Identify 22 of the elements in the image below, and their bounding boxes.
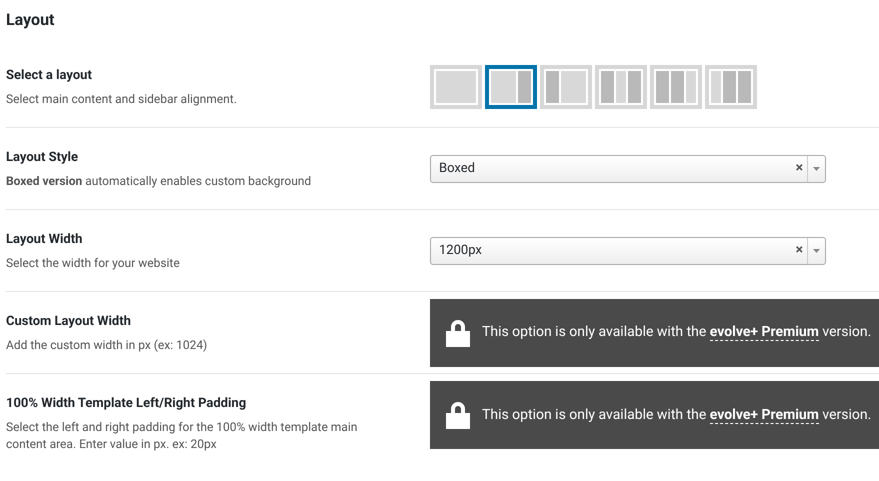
clear-icon[interactable]: × [792, 158, 807, 179]
option-title: 100% Width Template Left/Right Padding [6, 395, 248, 413]
option-title: Select a layout [6, 67, 93, 85]
lock-icon [446, 318, 470, 346]
lock-icon [446, 401, 470, 429]
option-description: Select the width for your website [6, 254, 181, 272]
option-title: Layout Style [6, 149, 80, 167]
premium-notice-text: This option is only available with the evolve+ Premium version. [482, 406, 872, 426]
select-field[interactable]: 1200px × [430, 236, 826, 264]
option-description: Select the left and right padding for the 100% width template main content area. Enter value in px. ex: 20px [6, 418, 358, 452]
select-field[interactable]: Boxed × [430, 154, 826, 182]
option-title: Custom Layout Width [6, 313, 132, 331]
option-title: Layout Width [6, 231, 84, 249]
dropdown-arrow-icon[interactable] [813, 166, 820, 170]
section-title: Layout [6, 9, 56, 31]
dropdown-arrow-icon[interactable] [813, 248, 820, 252]
premium-notice-text: This option is only available with the evolve+ Premium version. [482, 323, 872, 343]
clear-icon[interactable]: × [792, 240, 807, 261]
option-description: Boxed version automatically enables custom background [6, 172, 312, 190]
option-description: Select main content and sidebar alignment. [6, 90, 238, 108]
layout-option[interactable] [485, 65, 537, 109]
option-description: Add the custom width in px (ex: 1024) [6, 336, 208, 354]
